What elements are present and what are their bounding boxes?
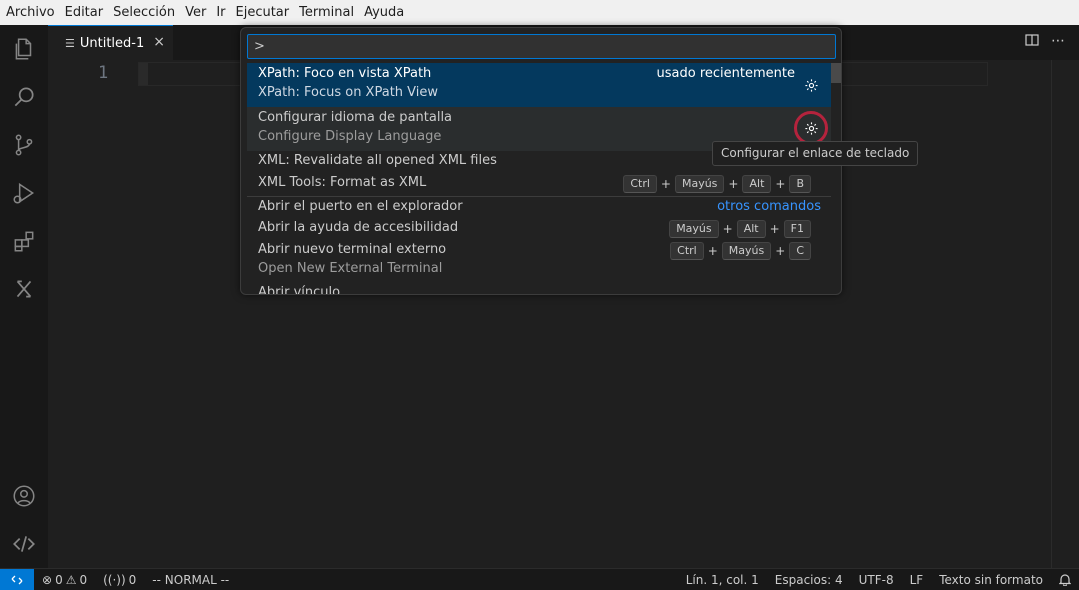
end-of-line[interactable]: LF <box>902 573 932 587</box>
file-lines-icon: ☰ <box>65 36 75 50</box>
account-icon[interactable] <box>0 472 48 520</box>
editor-scrollbar[interactable] <box>1051 60 1065 568</box>
menu-ayuda[interactable]: Ayuda <box>359 5 409 20</box>
extensions-icon[interactable] <box>0 217 48 265</box>
menu-bar: Archivo Editar Selección Ver Ir Ejecutar… <box>0 0 1079 25</box>
menu-seleccion[interactable]: Selección <box>108 5 180 20</box>
encoding[interactable]: UTF-8 <box>851 573 902 587</box>
editor-actions: ⋯ <box>1025 33 1065 51</box>
status-bar: ⊗ 0 ⚠ 0 ((·)) 0 -- NORMAL -- Lín. 1, col… <box>0 568 1079 590</box>
ports-indicator[interactable]: ((·)) 0 <box>95 573 144 587</box>
broadcast-icon: ((·)) <box>103 572 126 587</box>
keybinding: Ctrl + Mayús + C <box>670 242 811 260</box>
menu-ver[interactable]: Ver <box>180 5 211 20</box>
manage-code-icon[interactable] <box>0 520 48 568</box>
run-debug-icon[interactable] <box>0 169 48 217</box>
remote-indicator-icon[interactable] <box>0 568 34 590</box>
menu-archivo[interactable]: Archivo <box>1 5 60 20</box>
list-item[interactable]: XPath: Foco en vista XPath XPath: Focus … <box>247 63 831 107</box>
menu-terminal[interactable]: Terminal <box>294 5 359 20</box>
cursor-position[interactable]: Lín. 1, col. 1 <box>678 573 767 587</box>
menu-ejecutar[interactable]: Ejecutar <box>231 5 295 20</box>
list-item[interactable]: Abrir nuevo terminal externo Open New Ex… <box>247 240 831 282</box>
list-item[interactable]: Abrir vínculo <box>247 282 831 294</box>
tab-untitled-1[interactable]: ☰ Untitled-1 × <box>48 25 173 60</box>
activity-bar <box>0 25 48 568</box>
command-list: XPath: Foco en vista XPath XPath: Focus … <box>247 63 836 294</box>
other-commands-label: otros comandos <box>717 199 821 214</box>
list-item[interactable]: Abrir la ayuda de accesibilidad Mayús + A… <box>247 218 831 240</box>
list-item[interactable]: XML Tools: Format as XML Ctrl + Mayús + Al… <box>247 173 831 195</box>
menu-ir[interactable]: Ir <box>211 5 230 20</box>
language-mode[interactable]: Texto sin formato <box>931 573 1051 587</box>
configure-keybinding-gear-icon[interactable] <box>794 111 828 145</box>
keybinding: Ctrl + Mayús + Alt + B <box>623 175 811 193</box>
command-palette-input[interactable]: > <box>247 34 836 59</box>
status-right: Lín. 1, col. 1 Espacios: 4 UTF-8 LF Text… <box>678 573 1079 587</box>
block-cursor <box>139 63 148 85</box>
split-editor-icon[interactable] <box>1025 33 1039 51</box>
search-icon[interactable] <box>0 73 48 121</box>
line-number: 1 <box>98 63 109 83</box>
notifications-bell-icon[interactable] <box>1051 573 1079 586</box>
error-icon: ⊗ <box>42 572 53 587</box>
explorer-icon[interactable] <box>0 25 48 73</box>
more-actions-icon[interactable]: ⋯ <box>1051 33 1065 51</box>
menu-editar[interactable]: Editar <box>60 5 109 20</box>
keybinding-tooltip: Configurar el enlace de teclado <box>712 141 918 166</box>
close-icon[interactable]: × <box>153 34 165 50</box>
tab-label: Untitled-1 <box>79 35 145 51</box>
remote-explorer-icon[interactable] <box>0 265 48 313</box>
indentation[interactable]: Espacios: 4 <box>767 573 851 587</box>
list-item[interactable]: Abrir el puerto en el explorador otros c… <box>247 197 831 218</box>
source-control-icon[interactable] <box>0 121 48 169</box>
vim-mode: -- NORMAL -- <box>152 572 230 587</box>
gear-icon[interactable] <box>801 75 821 95</box>
recently-used-badge: usado recientemente <box>656 66 795 81</box>
keybinding: Mayús + Alt + F1 <box>669 220 811 238</box>
warning-icon: ⚠ <box>65 572 77 587</box>
problems-indicator[interactable]: ⊗ 0 ⚠ 0 <box>34 573 95 587</box>
